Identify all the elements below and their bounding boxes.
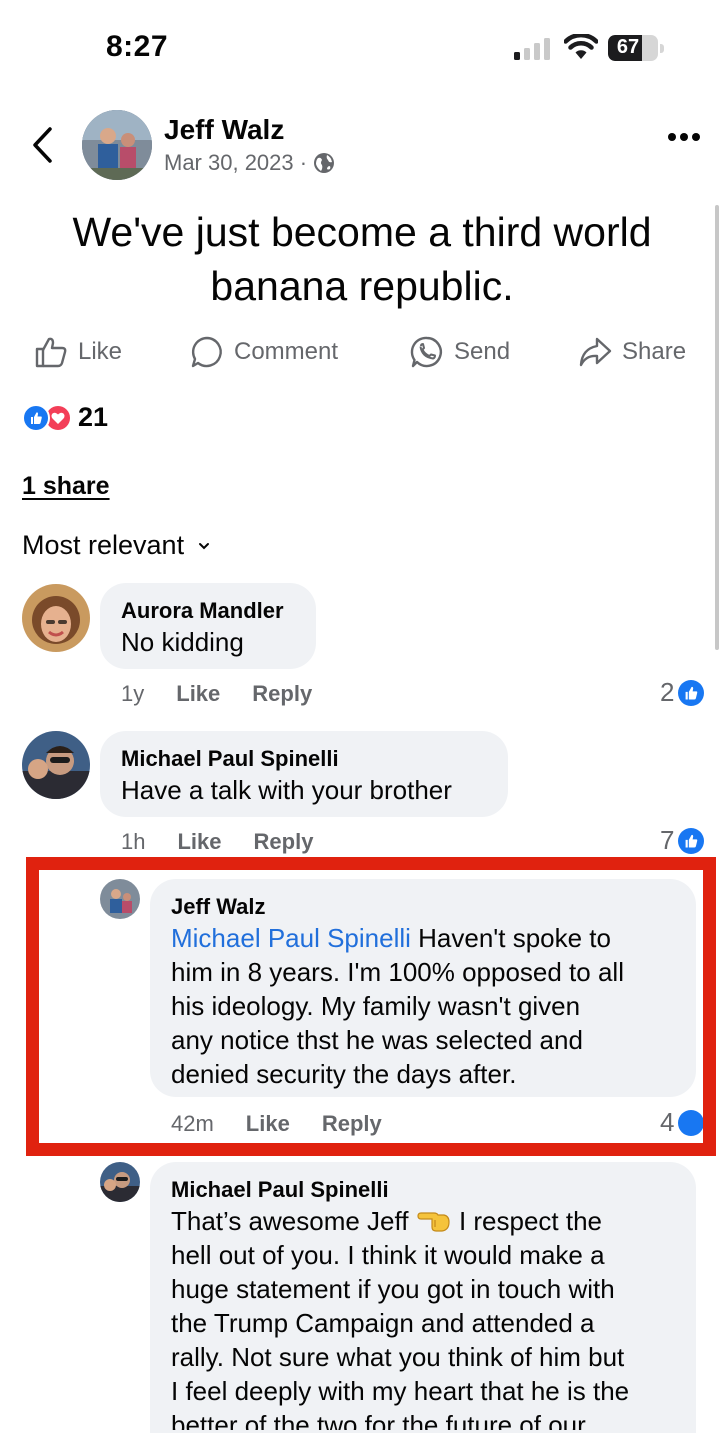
comment-reply-button[interactable]: Reply bbox=[252, 681, 312, 707]
highlight-annotation-box bbox=[26, 857, 716, 1156]
comment-like-count-value: 2 bbox=[660, 677, 675, 707]
send-label: Send bbox=[454, 338, 511, 365]
reply-text: That’s awesome Jeff I respect the hell o… bbox=[171, 1204, 691, 1430]
comment-meta: 1y Like Reply bbox=[121, 681, 312, 707]
send-button[interactable]: Send bbox=[410, 334, 510, 370]
comment-author[interactable]: Aurora Mandler bbox=[121, 598, 284, 624]
post-date: Mar 30, 2023 · bbox=[164, 150, 335, 176]
reply-text-line: I feel deeply with my heart that he is t… bbox=[171, 1376, 630, 1406]
reply-text-line: the Trump Campaign and attended a bbox=[171, 1308, 595, 1338]
comment-meta: 1h Like Reply bbox=[121, 829, 313, 855]
comment-label: Comment bbox=[234, 338, 339, 365]
post-date-text: Mar 30, 2023 · bbox=[164, 150, 308, 175]
author-avatar[interactable] bbox=[82, 110, 152, 180]
comment-like-count[interactable]: 2 bbox=[660, 677, 705, 708]
comment-like-button[interactable]: Like bbox=[176, 681, 220, 707]
pointing-hand-emoji-icon bbox=[417, 1212, 450, 1232]
comment-like-count[interactable]: 7 bbox=[660, 825, 705, 856]
comment-like-count-value: 7 bbox=[660, 825, 675, 855]
post-author-name[interactable]: Jeff Walz bbox=[164, 114, 284, 146]
like-reaction-icon bbox=[22, 403, 50, 432]
globe-icon bbox=[314, 153, 335, 173]
sort-label: Most relevant bbox=[22, 530, 185, 560]
reply-text-line: better of the two for the future of our bbox=[171, 1410, 586, 1430]
battery-indicator: 67 bbox=[608, 35, 664, 61]
comment-author[interactable]: Michael Paul Spinelli bbox=[121, 746, 339, 772]
reply-text-line: I respect the bbox=[451, 1206, 603, 1236]
comment-text: No kidding bbox=[121, 627, 244, 657]
status-time: 8:27 bbox=[106, 30, 169, 63]
like-badge-icon bbox=[678, 827, 705, 854]
commenter-avatar[interactable] bbox=[22, 584, 90, 652]
like-button[interactable]: Like bbox=[34, 334, 122, 370]
cellular-signal-icon bbox=[514, 38, 550, 60]
shares-link[interactable]: 1 share bbox=[22, 472, 110, 501]
battery-percent: 67 bbox=[616, 36, 640, 58]
wifi-icon bbox=[564, 34, 598, 59]
share-arrow-icon bbox=[579, 337, 612, 367]
scrollbar[interactable] bbox=[715, 205, 719, 650]
back-chevron-icon[interactable] bbox=[30, 126, 54, 164]
comment-bubble-icon bbox=[191, 336, 222, 368]
share-button[interactable]: Share bbox=[578, 334, 686, 370]
share-label: Share bbox=[622, 338, 687, 365]
chevron-down-icon bbox=[199, 542, 210, 549]
reply-text-line: huge statement if you got in touch with bbox=[171, 1274, 615, 1304]
post-text: We've just become a third world banana r… bbox=[72, 209, 652, 309]
reply-author[interactable]: Michael Paul Spinelli bbox=[171, 1177, 389, 1203]
comment-age: 1y bbox=[121, 681, 145, 706]
reaction-count: 21 bbox=[78, 402, 109, 432]
reaction-summary[interactable]: 21 bbox=[22, 402, 108, 433]
whatsapp-send-icon bbox=[410, 336, 442, 368]
reply-text-line: hell out of you. I think it would make a bbox=[171, 1240, 605, 1270]
commenter-avatar[interactable] bbox=[22, 731, 90, 799]
more-options-icon[interactable] bbox=[664, 131, 704, 143]
thumbs-up-icon bbox=[35, 337, 67, 368]
reply-text-line: rally. Not sure what you think of him bu… bbox=[171, 1342, 625, 1372]
comment-age: 1h bbox=[121, 829, 146, 854]
comment-like-button[interactable]: Like bbox=[177, 829, 221, 855]
reply-text-line: That’s awesome Jeff bbox=[171, 1206, 416, 1236]
like-badge-icon bbox=[678, 679, 705, 706]
comment-sort-dropdown[interactable]: Most relevant bbox=[22, 530, 210, 561]
comment-text: Have a talk with your brother bbox=[121, 775, 452, 805]
comment-reply-button[interactable]: Reply bbox=[254, 829, 314, 855]
comment-button[interactable]: Comment bbox=[190, 334, 338, 370]
reply-author-avatar[interactable] bbox=[100, 1162, 140, 1202]
like-label: Like bbox=[78, 338, 123, 365]
